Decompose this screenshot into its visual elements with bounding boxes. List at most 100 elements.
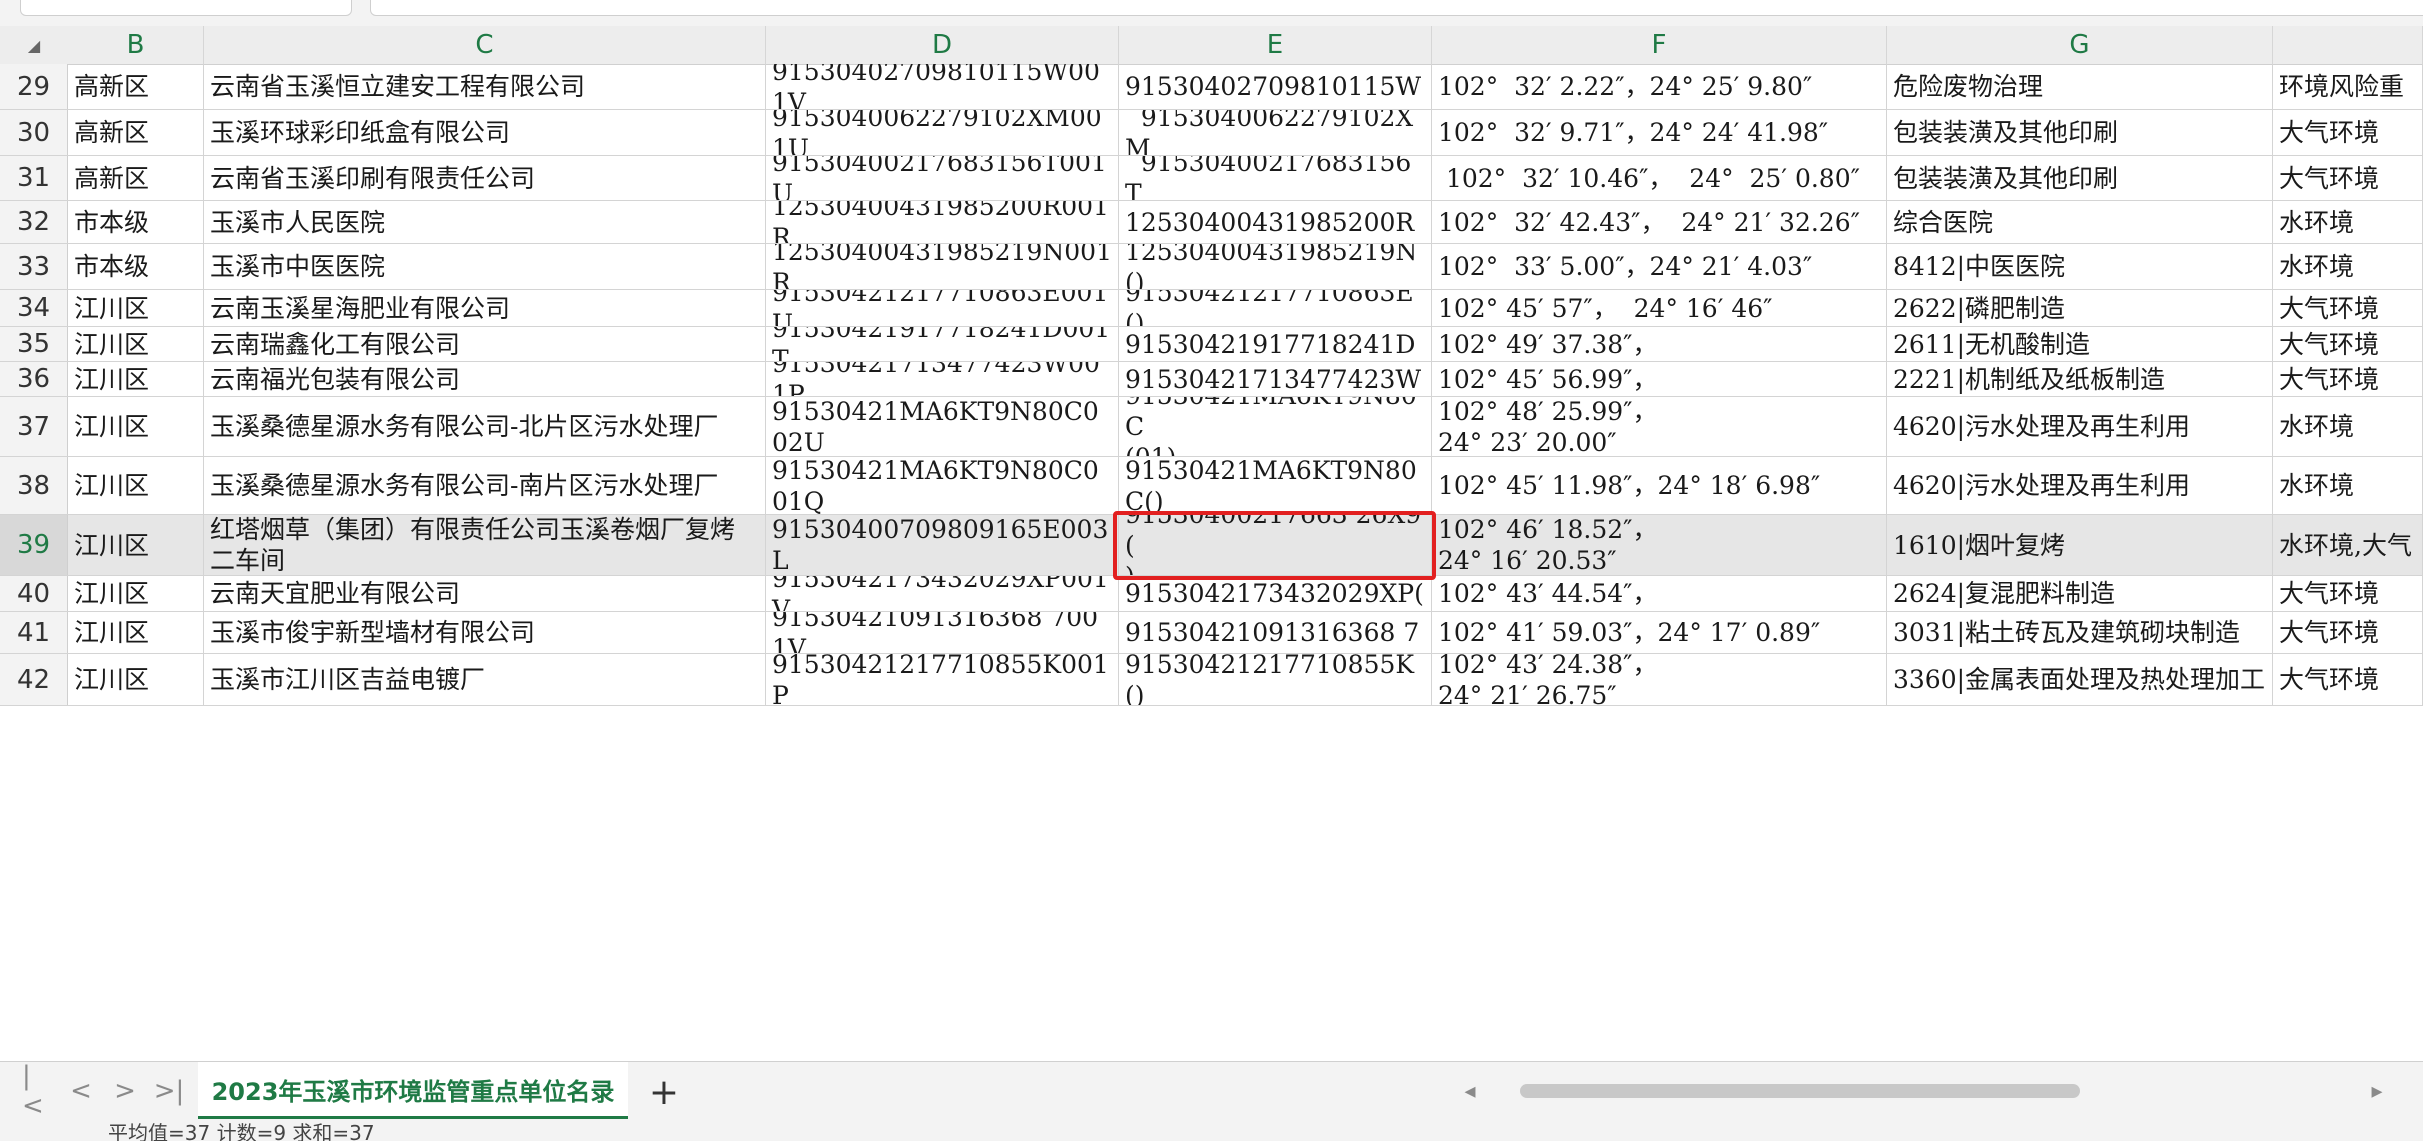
table-cell[interactable]: 玉溪桑德星源水务有限公司-北片区污水处理厂	[204, 397, 766, 456]
table-cell[interactable]: 91530421917718241D001T	[766, 327, 1119, 361]
formula-input[interactable]	[370, 0, 2423, 16]
table-cell[interactable]: 云南省玉溪恒立建安工程有限公司	[204, 64, 766, 109]
table-row[interactable]: 29 高新区 云南省玉溪恒立建安工程有限公司 91530402709810115W00…	[0, 64, 2423, 110]
table-row[interactable]: 41 江川区 玉溪市俊宇新型墙材有限公司 91530421091316368 7001…	[0, 612, 2423, 654]
table-cell[interactable]: 102° 45′ 57″， 24° 16′ 46″	[1432, 290, 1887, 326]
row-number[interactable]: 30	[0, 110, 68, 155]
table-row[interactable]: 36 江川区 云南福光包装有限公司 91530421713477423W001P 915…	[0, 362, 2423, 397]
table-cell[interactable]: 大气环境	[2273, 576, 2423, 611]
table-cell[interactable]: 水环境	[2273, 397, 2423, 456]
table-cell[interactable]: 91530421MA6KT9N80C()	[1119, 457, 1432, 514]
table-cell[interactable]: 102° 45′ 56.99″， 24° 16′ 49.01″	[1432, 362, 1887, 396]
table-cell[interactable]: 102° 32′ 42.43″， 24° 21′ 32.26″	[1432, 201, 1887, 243]
table-row[interactable]: 30 高新区 玉溪环球彩印纸盒有限公司 9153040062279102XM001U …	[0, 110, 2423, 156]
last-sheet-icon[interactable]: >|	[154, 1076, 185, 1106]
table-cell[interactable]: 江川区	[68, 290, 204, 326]
row-number[interactable]: 36	[0, 362, 68, 396]
table-cell[interactable]: 市本级	[68, 244, 204, 289]
table-cell[interactable]: 102° 43′ 24.38″， 24° 21′ 26.75″	[1432, 654, 1887, 705]
column-header[interactable]: B	[68, 26, 204, 64]
table-cell[interactable]: 91530400709809165E003L	[766, 515, 1119, 575]
table-cell[interactable]: 包装装潢及其他印刷	[1887, 156, 2273, 200]
table-row[interactable]: 34 江川区 云南玉溪星海肥业有限公司 91530421217710863E001U 9…	[0, 290, 2423, 327]
table-cell[interactable]: 8412|中医医院	[1887, 244, 2273, 289]
table-cell[interactable]: 云南省玉溪印刷有限责任公司	[204, 156, 766, 200]
table-cell[interactable]: 3031|粘土砖瓦及建筑砌块制造	[1887, 612, 2273, 653]
table-cell[interactable]: 2622|磷肥制造	[1887, 290, 2273, 326]
table-cell[interactable]: 江川区	[68, 397, 204, 456]
row-number[interactable]: 31	[0, 156, 68, 200]
table-cell[interactable]: 12530400431985200R001R	[766, 201, 1119, 243]
table-cell[interactable]: 江川区	[68, 654, 204, 705]
table-cell[interactable]: 3360|金属表面处理及热处理加工	[1887, 654, 2273, 705]
table-cell[interactable]: 大气环境	[2273, 110, 2423, 155]
table-cell[interactable]: 12530400431985200R	[1119, 201, 1432, 243]
table-cell[interactable]: 102° 45′ 11.98″，24° 18′ 6.98″	[1432, 457, 1887, 514]
table-row[interactable]: 42 江川区 玉溪市江川区吉益电镀厂 91530421217710855K001P 91…	[0, 654, 2423, 706]
table-cell[interactable]: 玉溪市中医医院	[204, 244, 766, 289]
table-cell[interactable]: 91530400217663 26X9( )	[1119, 515, 1432, 575]
add-sheet-icon[interactable]: +	[646, 1072, 682, 1113]
table-cell[interactable]: 危险废物治理	[1887, 64, 2273, 109]
table-cell[interactable]: 市本级	[68, 201, 204, 243]
table-cell[interactable]: 102° 32′ 9.71″，24° 24′ 41.98″	[1432, 110, 1887, 155]
table-cell[interactable]: 91530421217710855K()	[1119, 654, 1432, 705]
table-cell[interactable]: 2624|复混肥料制造	[1887, 576, 2273, 611]
table-cell[interactable]: 9153042173432029XP( )	[1119, 576, 1432, 611]
table-cell[interactable]: 91530400217683156T	[1119, 156, 1432, 200]
row-number[interactable]: 39	[0, 515, 68, 575]
next-sheet-icon[interactable]: >	[110, 1076, 140, 1106]
table-cell[interactable]: 91530421091316368 7	[1119, 612, 1432, 653]
table-cell[interactable]: 91530421MA6KT9N80C001Q	[766, 457, 1119, 514]
row-number[interactable]: 42	[0, 654, 68, 705]
table-cell[interactable]: 4620|污水处理及再生利用	[1887, 457, 2273, 514]
prev-sheet-icon[interactable]: <	[66, 1076, 96, 1106]
table-cell[interactable]: 玉溪桑德星源水务有限公司-南片区污水处理厂	[204, 457, 766, 514]
table-cell[interactable]: 91530402709810115W	[1119, 64, 1432, 109]
first-sheet-icon[interactable]: |<	[22, 1061, 52, 1121]
horizontal-scrollbar[interactable]	[1465, 1080, 2365, 1102]
table-row[interactable]: 32 市本级 玉溪市人民医院 12530400431985200R001R 125304…	[0, 201, 2423, 244]
table-cell[interactable]: 水环境	[2273, 201, 2423, 243]
table-row[interactable]: 40 江川区 云南天宜肥业有限公司 9153042173432029XP001V 915…	[0, 576, 2423, 612]
table-cell[interactable]: 102° 41′ 59.03″，24° 17′ 0.89″	[1432, 612, 1887, 653]
table-cell[interactable]: 91530421917718241D( )	[1119, 327, 1432, 361]
table-row[interactable]: 31 高新区 云南省玉溪印刷有限责任公司 91530400217683156T001U…	[0, 156, 2423, 201]
table-cell[interactable]: 江川区	[68, 457, 204, 514]
table-cell[interactable]: 2221|机制纸及纸板制造	[1887, 362, 2273, 396]
table-cell[interactable]: 大气环境	[2273, 612, 2423, 653]
table-cell[interactable]: 91530421713477423W001P	[766, 362, 1119, 396]
row-number[interactable]: 35	[0, 327, 68, 361]
column-header[interactable]: D	[766, 26, 1119, 64]
table-cell[interactable]: 91530421MA6KT9N80C002U	[766, 397, 1119, 456]
table-cell[interactable]: 云南玉溪星海肥业有限公司	[204, 290, 766, 326]
row-number[interactable]: 38	[0, 457, 68, 514]
table-cell[interactable]: 江川区	[68, 612, 204, 653]
table-cell[interactable]: 大气环境	[2273, 327, 2423, 361]
row-number[interactable]: 34	[0, 290, 68, 326]
table-cell[interactable]: 102° 49′ 37.38″， 24° 16′ 11.30″	[1432, 327, 1887, 361]
table-cell[interactable]: 102° 46′ 18.52″， 24° 16′ 20.53″	[1432, 515, 1887, 575]
table-cell[interactable]: 102° 43′ 44.54″， 24° 16′ 13.40″	[1432, 576, 1887, 611]
table-cell[interactable]: 玉溪环球彩印纸盒有限公司	[204, 110, 766, 155]
table-cell[interactable]: 91530421091316368 7001V	[766, 612, 1119, 653]
table-row[interactable]: 38 江川区 玉溪桑德星源水务有限公司-南片区污水处理厂 91530421MA6KT9…	[0, 457, 2423, 515]
table-cell[interactable]: 玉溪市江川区吉益电镀厂	[204, 654, 766, 705]
table-cell[interactable]: 云南福光包装有限公司	[204, 362, 766, 396]
table-cell[interactable]: 环境风险重	[2273, 64, 2423, 109]
table-row[interactable]: 37 江川区 玉溪桑德星源水务有限公司-北片区污水处理厂 91530421MA6KT9…	[0, 397, 2423, 457]
table-cell[interactable]: 12530400431985219N001R	[766, 244, 1119, 289]
table-cell[interactable]: 1610|烟叶复烤	[1887, 515, 2273, 575]
row-number[interactable]: 32	[0, 201, 68, 243]
table-cell[interactable]: 12530400431985219N()	[1119, 244, 1432, 289]
table-cell[interactable]: 江川区	[68, 515, 204, 575]
table-cell[interactable]: 2611|无机酸制造	[1887, 327, 2273, 361]
row-number[interactable]: 33	[0, 244, 68, 289]
table-cell[interactable]: 9153042173432029XP001V	[766, 576, 1119, 611]
table-row[interactable]: 39 江川区 红塔烟草（集团）有限责任公司玉溪卷烟厂复烤二车间 91530400709…	[0, 515, 2423, 576]
row-number[interactable]: 40	[0, 576, 68, 611]
table-cell[interactable]: 9153040062279102XM	[1119, 110, 1432, 155]
table-cell[interactable]: 91530421713477423W	[1119, 362, 1432, 396]
row-number[interactable]: 37	[0, 397, 68, 456]
scrollbar-thumb[interactable]	[1520, 1084, 2080, 1098]
